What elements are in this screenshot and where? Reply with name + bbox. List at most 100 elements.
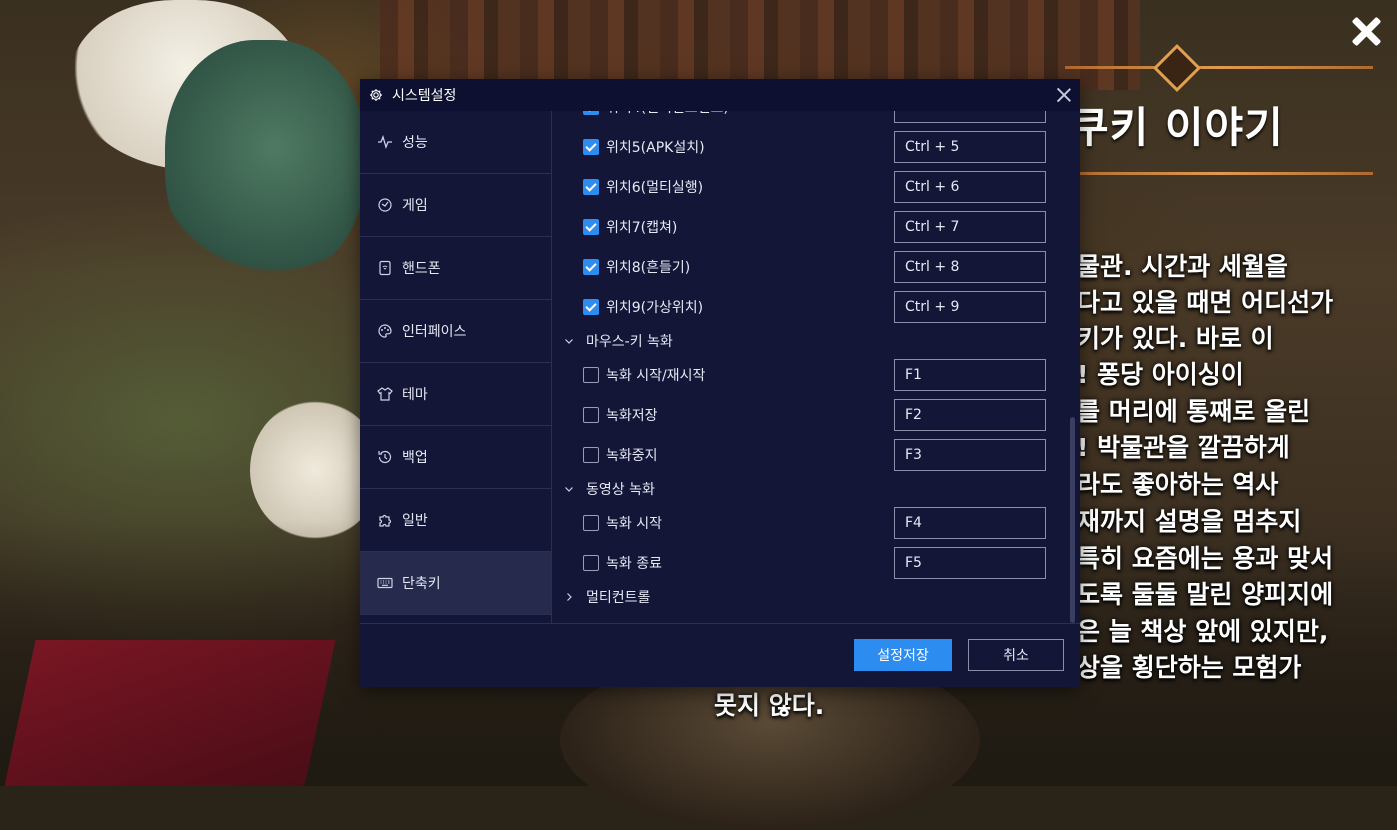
shortcut-row: 위치4(멀티인스턴스) Ctrl + 4 — [552, 111, 1080, 127]
story-text-line: ! 퐁당 아이싱이 — [1077, 360, 1244, 389]
story-bottom-divider — [1065, 172, 1373, 175]
sidebar-item[interactable]: 성능 — [360, 111, 551, 174]
shortcut-row: 위치7(캡쳐) Ctrl + 7 — [552, 207, 1080, 247]
section-label: 동영상 녹화 — [586, 482, 655, 498]
close-icon[interactable] — [1056, 87, 1072, 103]
gamepad-icon — [378, 198, 392, 212]
save-button[interactable]: 설정저장 — [854, 639, 952, 671]
story-text-line: 키가 있다. 바로 이 — [1077, 324, 1274, 353]
palette-icon — [378, 324, 392, 338]
scrollbar[interactable] — [1070, 417, 1075, 623]
dialog-footer: 설정저장 취소 — [360, 623, 1080, 687]
sidebar-item[interactable]: 인터페이스 — [360, 300, 551, 363]
story-text-line: 특히 요즘에는 용과 맞서 — [1077, 544, 1334, 573]
history-icon — [378, 450, 392, 464]
shortcut-label: 위치6(멀티실행) — [606, 180, 704, 196]
red-book-art — [4, 640, 336, 786]
shortcut-key-input[interactable]: F1 — [894, 359, 1046, 391]
sidebar-item[interactable]: 게임 — [360, 174, 551, 237]
shortcut-list: 위치4(멀티인스턴스) Ctrl + 4 위치5(APK설치) Ctrl + 5 위치6… — [552, 111, 1080, 623]
sidebar-item-label: 인터페이스 — [402, 324, 467, 340]
shortcut-checkbox[interactable] — [583, 219, 599, 235]
shortcut-key-input[interactable]: Ctrl + 7 — [894, 211, 1046, 243]
story-text-line: 를 머리에 통째로 올린 — [1077, 397, 1311, 426]
story-title: 쿠키 이야기 — [1070, 103, 1284, 152]
shortcut-checkbox[interactable] — [583, 139, 599, 155]
system-settings-dialog: 시스템설정 성능게임핸드폰인터페이스테마백업일반단축키 위치4(멀티인스턴스) C… — [360, 79, 1080, 687]
gear-icon — [370, 89, 382, 101]
sidebar-item-label: 단축키 — [402, 576, 441, 592]
shortcut-row: 위치9(가상위치) Ctrl + 9 — [552, 287, 1080, 327]
story-tail-text: 못지 않다. — [714, 691, 825, 720]
shortcut-checkbox[interactable] — [583, 555, 599, 571]
chevron-right-icon — [567, 593, 572, 601]
story-text-line: 물관. 시간과 세월을 — [1077, 252, 1288, 281]
shortcut-row: 위치6(멀티실행) Ctrl + 6 — [552, 167, 1080, 207]
cancel-button[interactable]: 취소 — [968, 639, 1064, 671]
chevron-down-icon — [565, 487, 573, 492]
shortcut-checkbox[interactable] — [583, 447, 599, 463]
dialog-title: 시스템설정 — [392, 88, 457, 104]
shortcut-key-input[interactable]: Ctrl + 6 — [894, 171, 1046, 203]
shortcut-label: 녹화저장 — [606, 408, 658, 424]
sidebar-item-label: 백업 — [402, 450, 428, 466]
shortcut-checkbox[interactable] — [583, 515, 599, 531]
sidebar-item[interactable]: 일반 — [360, 489, 551, 552]
shortcut-label: 녹화 시작/재시작 — [606, 368, 706, 384]
shirt-icon — [377, 387, 393, 401]
shortcut-label: 위치9(가상위치) — [606, 300, 704, 316]
sidebar-item-label: 게임 — [402, 198, 428, 214]
pulse-icon — [378, 135, 392, 149]
story-text-line: 은 늘 책상 앞에 있지만, — [1077, 617, 1329, 646]
section-header[interactable]: 동영상 녹화 — [552, 473, 1080, 505]
shortcut-label: 위치8(흔들기) — [606, 260, 691, 276]
section-header[interactable]: 마우스-키 녹화 — [552, 325, 1080, 357]
shortcut-checkbox[interactable] — [583, 299, 599, 315]
keyboard-icon — [377, 577, 393, 589]
shortcut-checkbox[interactable] — [583, 407, 599, 423]
section-label: 마우스-키 녹화 — [586, 334, 673, 350]
shortcut-row: 위치8(흔들기) Ctrl + 8 — [552, 247, 1080, 287]
shortcut-label: 녹화중지 — [606, 448, 658, 464]
shortcut-checkbox[interactable] — [583, 111, 599, 115]
ornament-diamond-icon — [1152, 43, 1202, 93]
sidebar-item[interactable]: 테마 — [360, 363, 551, 426]
shortcut-key-input[interactable]: F3 — [894, 439, 1046, 471]
shortcut-label: 녹화 종료 — [606, 556, 662, 572]
phone-icon — [379, 260, 391, 276]
shortcut-key-input[interactable]: Ctrl + 5 — [894, 131, 1046, 163]
story-top-divider — [1065, 66, 1373, 69]
game-close-icon[interactable] — [1348, 13, 1384, 49]
sidebar-item[interactable]: 핸드폰 — [360, 237, 551, 300]
shortcut-row: 위치5(APK설치) Ctrl + 5 — [552, 127, 1080, 167]
story-text-line: 도록 둘둘 말린 양피지에 — [1077, 580, 1334, 609]
shortcut-key-input[interactable]: Ctrl + 4 — [894, 111, 1046, 123]
section-label: 멀티컨트롤 — [586, 590, 651, 606]
shortcut-key-input[interactable]: Ctrl + 9 — [894, 291, 1046, 323]
shortcut-row: 녹화 시작/재시작 F1 — [552, 355, 1080, 395]
shortcut-label: 위치4(멀티인스턴스) — [606, 111, 729, 117]
shortcut-row: 녹화 시작 F4 — [552, 503, 1080, 543]
story-text-line: ! 박물관을 깔끔하게 — [1077, 433, 1290, 462]
dialog-titlebar: 시스템설정 — [360, 79, 1080, 111]
shortcut-row: 녹화 종료 F5 — [552, 543, 1080, 583]
sidebar-item-label: 테마 — [402, 387, 428, 403]
shortcut-key-input[interactable]: F5 — [894, 547, 1046, 579]
story-text-line: 재까지 설명을 멈추지 — [1077, 507, 1302, 536]
sidebar-item[interactable]: 단축키 — [360, 552, 551, 615]
section-header[interactable]: 멀티컨트롤 — [552, 581, 1080, 613]
shortcut-checkbox[interactable] — [583, 259, 599, 275]
shortcut-checkbox[interactable] — [583, 367, 599, 383]
shortcut-key-input[interactable]: F4 — [894, 507, 1046, 539]
shortcut-label: 녹화 시작 — [606, 516, 662, 532]
puzzle-icon — [379, 514, 392, 527]
shortcut-key-input[interactable]: Ctrl + 8 — [894, 251, 1046, 283]
shortcut-checkbox[interactable] — [583, 179, 599, 195]
sidebar-item[interactable]: 백업 — [360, 426, 551, 489]
shortcut-key-input[interactable]: F2 — [894, 399, 1046, 431]
story-text-line: 라도 좋아하는 역사 — [1077, 470, 1279, 499]
shortcut-label: 위치5(APK설치) — [606, 140, 705, 156]
shortcut-label: 위치7(캡쳐) — [606, 220, 678, 236]
shortcut-row: 녹화중지 F3 — [552, 435, 1080, 475]
chevron-down-icon — [565, 339, 573, 344]
